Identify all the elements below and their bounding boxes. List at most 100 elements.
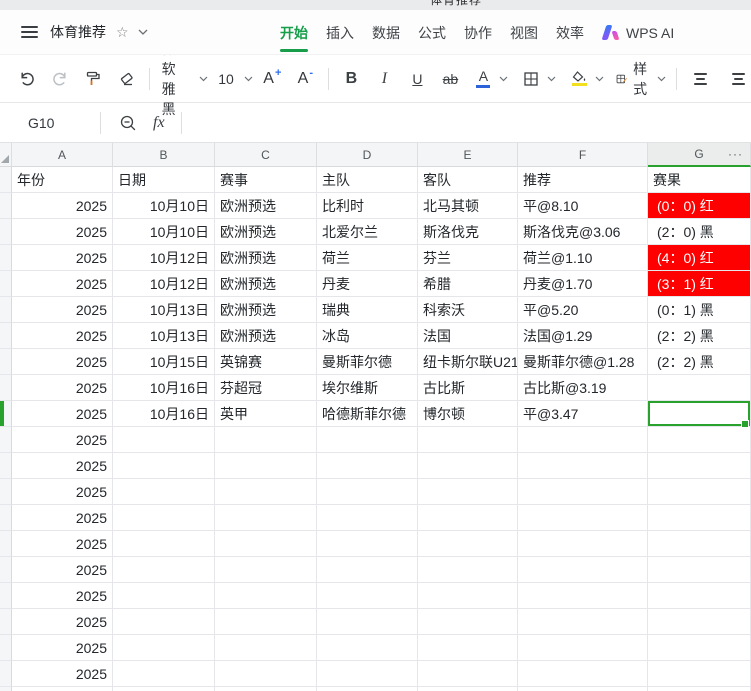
cell-year[interactable]: 2025 <box>12 193 113 219</box>
row-header[interactable] <box>0 635 12 661</box>
cell-result[interactable] <box>648 479 751 505</box>
cell-home[interactable]: 主队 <box>317 167 418 193</box>
cell-tip[interactable] <box>518 609 648 635</box>
cell-date[interactable]: 10月15日 <box>113 349 215 375</box>
row-header[interactable] <box>0 297 12 323</box>
cell-result[interactable] <box>648 401 751 428</box>
cell-date[interactable] <box>113 661 215 687</box>
redo-button[interactable] <box>47 64 73 94</box>
row-header[interactable] <box>0 609 12 635</box>
cell-league[interactable] <box>215 453 317 479</box>
cell-away[interactable]: 希腊 <box>418 271 518 297</box>
cell-year[interactable]: 2025 <box>12 297 113 323</box>
cell-home[interactable] <box>317 427 418 453</box>
cell-tip[interactable] <box>518 479 648 505</box>
cell-home[interactable] <box>317 609 418 635</box>
cell-home[interactable]: 比利时 <box>317 193 418 219</box>
cell-home[interactable] <box>317 687 418 691</box>
row-header[interactable] <box>0 531 12 557</box>
cell-result[interactable]: (0：0) 红 <box>648 193 751 219</box>
cell-away[interactable]: 纽卡斯尔联U21 <box>418 349 518 375</box>
cell-date[interactable]: 10月10日 <box>113 193 215 219</box>
cell-home[interactable]: 哈德斯菲尔德 <box>317 401 418 427</box>
tab-2[interactable]: 数据 <box>372 10 400 55</box>
tab-1[interactable]: 插入 <box>326 10 354 55</box>
cell-home[interactable] <box>317 557 418 583</box>
cell-league[interactable] <box>215 479 317 505</box>
cell-year[interactable]: 2025 <box>12 219 113 245</box>
cell-home[interactable] <box>317 661 418 687</box>
cell-result[interactable] <box>648 583 751 609</box>
cell-away[interactable]: 北马其顿 <box>418 193 518 219</box>
cell-league[interactable]: 欧洲预选 <box>215 297 317 323</box>
cell-home[interactable] <box>317 453 418 479</box>
insert-function-fx-icon[interactable]: fx <box>153 114 165 132</box>
cell-away[interactable] <box>418 557 518 583</box>
cell-away[interactable]: 斯洛伐克 <box>418 219 518 245</box>
cell-away[interactable] <box>418 635 518 661</box>
cell-year[interactable]: 2025 <box>12 245 113 271</box>
tab-5[interactable]: 视图 <box>510 10 538 55</box>
font-size-select[interactable]: 10 <box>218 71 253 87</box>
cell-tip[interactable] <box>518 557 648 583</box>
cell-away[interactable]: 科索沃 <box>418 297 518 323</box>
cell-tip[interactable] <box>518 687 648 691</box>
cell-tip[interactable] <box>518 635 648 661</box>
cell-result[interactable]: (0：1) 黑 <box>648 297 751 323</box>
cell-date[interactable] <box>113 609 215 635</box>
column-header-D[interactable]: D <box>317 143 418 167</box>
cell-tip[interactable]: 丹麦@1.70 <box>518 271 648 297</box>
bold-button[interactable]: B <box>338 64 364 94</box>
cell-home[interactable]: 曼斯菲尔德 <box>317 349 418 375</box>
cell-year[interactable]: 2025 <box>12 687 113 691</box>
cell-league[interactable] <box>215 583 317 609</box>
undo-button[interactable] <box>14 64 40 94</box>
cell-league[interactable] <box>215 635 317 661</box>
cell-away[interactable] <box>418 427 518 453</box>
cell-date[interactable] <box>113 479 215 505</box>
row-header[interactable] <box>0 661 12 687</box>
search-minus-icon[interactable] <box>119 114 137 132</box>
cell-home[interactable]: 埃尔维斯 <box>317 375 418 401</box>
cell-date[interactable]: 10月12日 <box>113 271 215 297</box>
cell-result[interactable] <box>648 661 751 687</box>
cell-away[interactable] <box>418 531 518 557</box>
cell-result[interactable]: (3：1) 红 <box>648 271 751 297</box>
cell-date[interactable] <box>113 453 215 479</box>
tab-3[interactable]: 公式 <box>418 10 446 55</box>
cell-home[interactable] <box>317 531 418 557</box>
column-header-C[interactable]: C <box>215 143 317 167</box>
increase-font-button[interactable]: A + <box>259 64 285 94</box>
cell-league[interactable]: 欧洲预选 <box>215 271 317 297</box>
cell-away[interactable] <box>418 479 518 505</box>
cell-away[interactable]: 客队 <box>418 167 518 193</box>
fill-color-button[interactable] <box>566 64 592 94</box>
cell-tip[interactable] <box>518 583 648 609</box>
cell-styles-button[interactable]: 样式 <box>616 59 666 99</box>
cell-result[interactable] <box>648 505 751 531</box>
cell-away[interactable] <box>418 583 518 609</box>
cell-tip[interactable] <box>518 505 648 531</box>
font-color-chevron-icon[interactable] <box>499 76 508 82</box>
cell-league[interactable] <box>215 505 317 531</box>
cell-league[interactable] <box>215 687 317 691</box>
cell-home[interactable]: 瑞典 <box>317 297 418 323</box>
align-left-button[interactable] <box>687 64 713 94</box>
cell-year[interactable]: 2025 <box>12 661 113 687</box>
cell-tip[interactable]: 斯洛伐克@3.06 <box>518 219 648 245</box>
cell-year[interactable]: 2025 <box>12 609 113 635</box>
cell-result[interactable]: (2：2) 黑 <box>648 349 751 375</box>
cell-away[interactable] <box>418 609 518 635</box>
cell-result[interactable] <box>648 687 751 691</box>
cell-date[interactable] <box>113 427 215 453</box>
row-header[interactable] <box>0 453 12 479</box>
cell-away[interactable]: 博尔顿 <box>418 401 518 427</box>
row-header[interactable] <box>0 505 12 531</box>
cell-league[interactable] <box>215 661 317 687</box>
column-header-G[interactable]: G ··· <box>648 143 751 167</box>
more-columns-icon[interactable]: ··· <box>728 147 743 161</box>
cell-year[interactable]: 2025 <box>12 453 113 479</box>
cell-league[interactable] <box>215 557 317 583</box>
cell-year[interactable]: 2025 <box>12 583 113 609</box>
borders-chevron-icon[interactable] <box>547 76 556 82</box>
